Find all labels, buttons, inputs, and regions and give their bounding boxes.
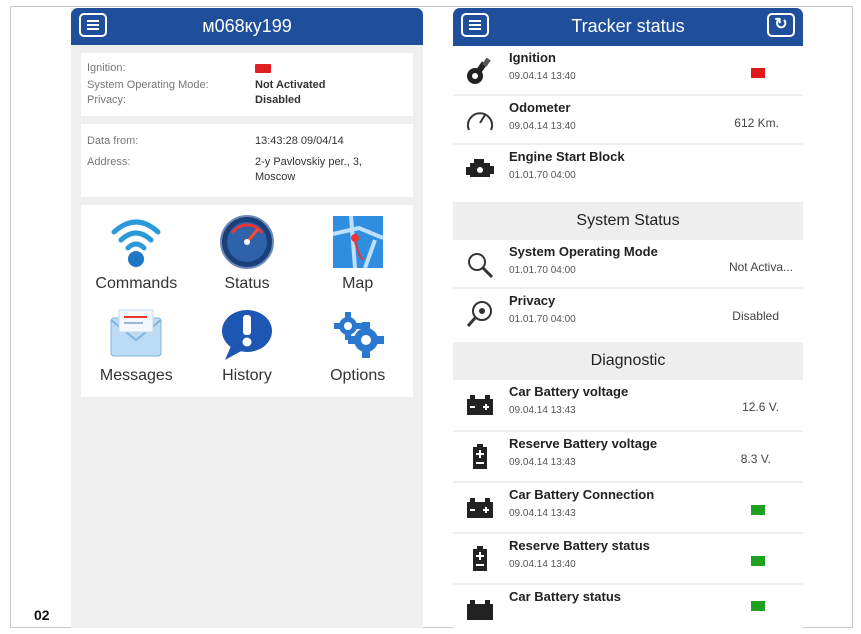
options-tile[interactable]: Options <box>302 303 413 385</box>
summary-key: Privacy: <box>87 94 127 106</box>
speedometer-icon <box>192 211 303 273</box>
row-value: 12.6 V. <box>742 400 779 414</box>
exclamation-bubble-icon <box>192 303 303 365</box>
row-value: 612 Km. <box>734 116 779 130</box>
feature-grid: Commands Status Map Messages History Opt… <box>81 205 413 397</box>
status-row-ignition: Ignition 09.04.14 13:40 <box>453 46 803 96</box>
car-battery-icon <box>463 493 497 523</box>
reserve-status-indicator <box>751 556 765 566</box>
status-row-reserve-battery-voltage: Reserve Battery voltage 09.04.14 13:43 8… <box>453 432 803 483</box>
summary-value: Disabled <box>255 94 301 106</box>
row-title: Reserve Battery status <box>509 538 650 553</box>
location-key: Address: <box>87 156 131 168</box>
location-value: 2-y Pavlovskiy per., 3, Moscow <box>255 156 362 183</box>
vehicle-plate-title: м068ку199 <box>202 16 292 36</box>
summary-row: Ignition: <box>87 61 407 78</box>
car-battery-icon <box>463 595 497 625</box>
status-row-privacy: Privacy 01.01.70 04:00 Disabled <box>453 289 803 338</box>
status-row-car-battery-voltage: Car Battery voltage 09.04.14 13:43 12.6 … <box>453 380 803 432</box>
car-battery-icon <box>463 390 497 420</box>
figure-number: 02 <box>34 607 50 623</box>
system-status-section: System Status <box>453 202 803 240</box>
tile-label: Options <box>330 367 386 384</box>
row-title: Engine Start Block <box>509 149 625 164</box>
summary-key: System Operating Mode: <box>87 79 209 91</box>
summary-row: System Operating Mode: Not Activated <box>87 78 407 93</box>
row-date: 01.01.70 04:00 <box>509 170 576 181</box>
row-value: Disabled <box>732 309 779 323</box>
row-title: Car Battery Connection <box>509 487 655 502</box>
row-value: 8.3 V. <box>740 452 771 466</box>
status-summary-card: Ignition: System Operating Mode: Not Act… <box>81 53 413 116</box>
envelope-icon <box>81 303 192 365</box>
row-title: Privacy <box>509 293 556 308</box>
ignition-indicator <box>255 61 271 78</box>
row-title: System Operating Mode <box>509 244 658 259</box>
status-row-system-mode: System Operating Mode 01.01.70 04:00 Not… <box>453 240 803 289</box>
gauge-icon <box>463 106 497 136</box>
tracker-status-title: Tracker status <box>571 16 685 36</box>
reserve-battery-icon <box>463 544 497 574</box>
diagnostic-section: Diagnostic <box>453 342 803 380</box>
summary-value: Not Activated <box>255 79 326 91</box>
row-title: Reserve Battery voltage <box>509 436 658 451</box>
location-card: Data from: 13:43:28 09/04/14 Address: 2-… <box>81 124 413 197</box>
status-tile[interactable]: Status <box>192 211 303 293</box>
messages-tile[interactable]: Messages <box>81 303 192 385</box>
location-row: Data from: 13:43:28 09/04/14 <box>87 134 407 149</box>
location-key: Data from: <box>87 135 139 147</box>
status-row-car-battery-connection: Car Battery Connection 09.04.14 13:43 <box>453 483 803 534</box>
vehicle-header: м068ку199 <box>71 8 423 45</box>
status-row-engine-block: Engine Start Block 01.01.70 04:00 <box>453 145 803 194</box>
tracker-header: Tracker status ↻ <box>453 8 803 46</box>
row-title: Odometer <box>509 100 571 115</box>
ignition-indicator <box>751 68 765 78</box>
wifi-signal-icon <box>81 211 192 273</box>
summary-key: Ignition: <box>87 62 126 74</box>
magnifier-icon <box>463 250 497 280</box>
tile-label: Commands <box>95 275 178 292</box>
gears-icon <box>302 303 413 365</box>
eye-magnifier-icon <box>463 299 497 329</box>
key-icon <box>463 56 497 86</box>
location-row: Address: 2-y Pavlovskiy per., 3, Moscow <box>87 155 407 185</box>
vehicle-screen: м068ку199 Ignition: System Operating Mod… <box>71 8 423 628</box>
summary-row: Privacy: Disabled <box>87 93 407 108</box>
row-title: Ignition <box>509 50 556 65</box>
tile-label: Messages <box>99 367 173 384</box>
engine-icon <box>463 155 497 185</box>
location-value: 13:43:28 09/04/14 <box>255 135 344 147</box>
tracker-status-screen: Tracker status ↻ Ignition 09.04.14 13:40… <box>453 8 803 628</box>
car-battery-status-indicator <box>751 601 765 611</box>
row-value: Not Activa... <box>728 260 793 274</box>
tile-label: Status <box>224 275 270 292</box>
map-tile[interactable]: Map <box>302 211 413 293</box>
history-tile[interactable]: History <box>192 303 303 385</box>
refresh-icon: ↻ <box>774 16 788 33</box>
status-row-reserve-battery-status: Reserve Battery status 09.04.14 13:40 <box>453 534 803 585</box>
status-row-odometer: Odometer 09.04.14 13:40 612 Km. <box>453 96 803 145</box>
refresh-button[interactable]: ↻ <box>767 13 795 37</box>
tile-label: Map <box>342 275 374 292</box>
row-title: Car Battery voltage <box>509 384 629 399</box>
reserve-battery-icon <box>463 442 497 472</box>
tile-label: History <box>222 367 272 384</box>
map-icon <box>302 211 413 273</box>
status-row-car-battery-status: Car Battery status <box>453 585 803 628</box>
connection-indicator <box>751 505 765 515</box>
commands-tile[interactable]: Commands <box>81 211 192 293</box>
